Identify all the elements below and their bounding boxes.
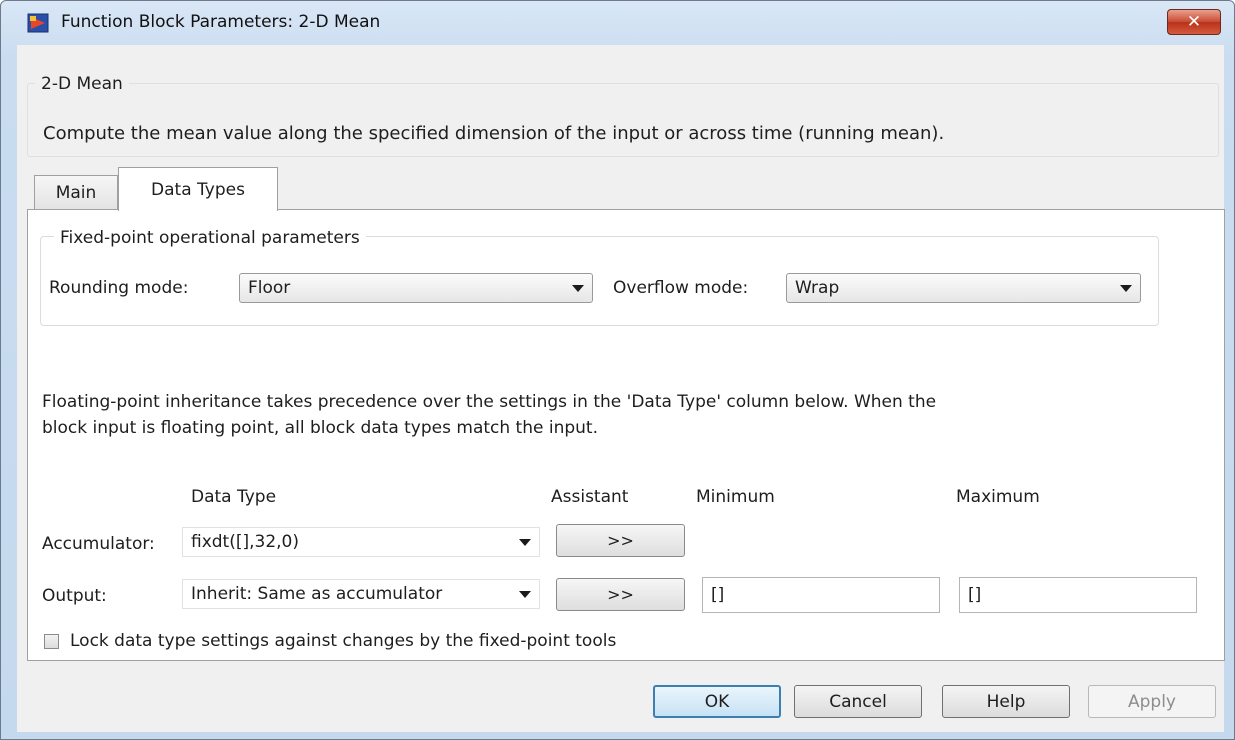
output-data-type-combo[interactable]: Inherit: Same as accumulator bbox=[182, 579, 540, 609]
chevron-down-icon bbox=[1120, 285, 1132, 292]
apply-button[interactable]: Apply bbox=[1088, 685, 1216, 718]
ok-button[interactable]: OK bbox=[653, 685, 781, 718]
chevron-down-icon bbox=[519, 591, 531, 598]
close-button[interactable]: ✕ bbox=[1167, 9, 1221, 35]
output-data-type-value: Inherit: Same as accumulator bbox=[191, 584, 443, 604]
inheritance-note-line1: Floating-point inheritance takes precede… bbox=[42, 392, 937, 412]
fixed-point-group: Rounding mode: Floor Overflow mode: Wrap bbox=[40, 236, 1159, 326]
cancel-button[interactable]: Cancel bbox=[794, 685, 922, 718]
window-title: Function Block Parameters: 2-D Mean bbox=[61, 12, 381, 32]
lock-data-type-checkbox[interactable] bbox=[44, 634, 59, 649]
output-maximum-input[interactable]: [] bbox=[959, 577, 1197, 613]
accumulator-assistant-button[interactable]: >> bbox=[556, 524, 685, 557]
overflow-mode-label: Overflow mode: bbox=[613, 278, 749, 298]
title-bar[interactable]: Function Block Parameters: 2-D Mean ✕ bbox=[1, 1, 1234, 39]
description-text: Compute the mean value along the specifi… bbox=[43, 123, 945, 144]
accumulator-data-type-value: fixdt([],32,0) bbox=[191, 532, 300, 552]
tab-main[interactable]: Main bbox=[34, 175, 118, 210]
description-group bbox=[27, 83, 1219, 157]
rounding-mode-label: Rounding mode: bbox=[49, 278, 189, 298]
overflow-mode-value: Wrap bbox=[795, 278, 840, 298]
fixed-point-group-title: Fixed-point operational parameters bbox=[54, 228, 366, 248]
accumulator-label: Accumulator: bbox=[42, 534, 155, 554]
header-data-type: Data Type bbox=[191, 487, 277, 507]
description-group-title: 2-D Mean bbox=[35, 74, 129, 94]
output-label: Output: bbox=[42, 586, 107, 606]
chevron-down-icon bbox=[519, 539, 531, 546]
overflow-mode-dropdown[interactable]: Wrap bbox=[786, 273, 1141, 303]
data-types-panel: Rounding mode: Floor Overflow mode: Wrap… bbox=[27, 209, 1225, 661]
accumulator-data-type-combo[interactable]: fixdt([],32,0) bbox=[182, 527, 540, 557]
rounding-mode-value: Floor bbox=[248, 278, 291, 298]
inheritance-note-line2: block input is floating point, all block… bbox=[42, 418, 598, 438]
header-maximum: Maximum bbox=[956, 487, 1040, 507]
lock-data-type-label: Lock data type settings against changes … bbox=[70, 631, 617, 651]
rounding-mode-dropdown[interactable]: Floor bbox=[239, 273, 593, 303]
dialog-window: Function Block Parameters: 2-D Mean ✕ 2-… bbox=[0, 0, 1235, 740]
header-assistant: Assistant bbox=[551, 487, 629, 507]
dialog-client-area: 2-D Mean Compute the mean value along th… bbox=[17, 45, 1225, 732]
header-minimum: Minimum bbox=[696, 487, 775, 507]
chevron-down-icon bbox=[572, 285, 584, 292]
output-assistant-button[interactable]: >> bbox=[556, 578, 685, 611]
simulink-app-icon bbox=[27, 13, 49, 33]
help-button[interactable]: Help bbox=[942, 685, 1070, 718]
output-minimum-input[interactable]: [] bbox=[702, 577, 940, 613]
tab-data-types[interactable]: Data Types bbox=[118, 167, 278, 211]
